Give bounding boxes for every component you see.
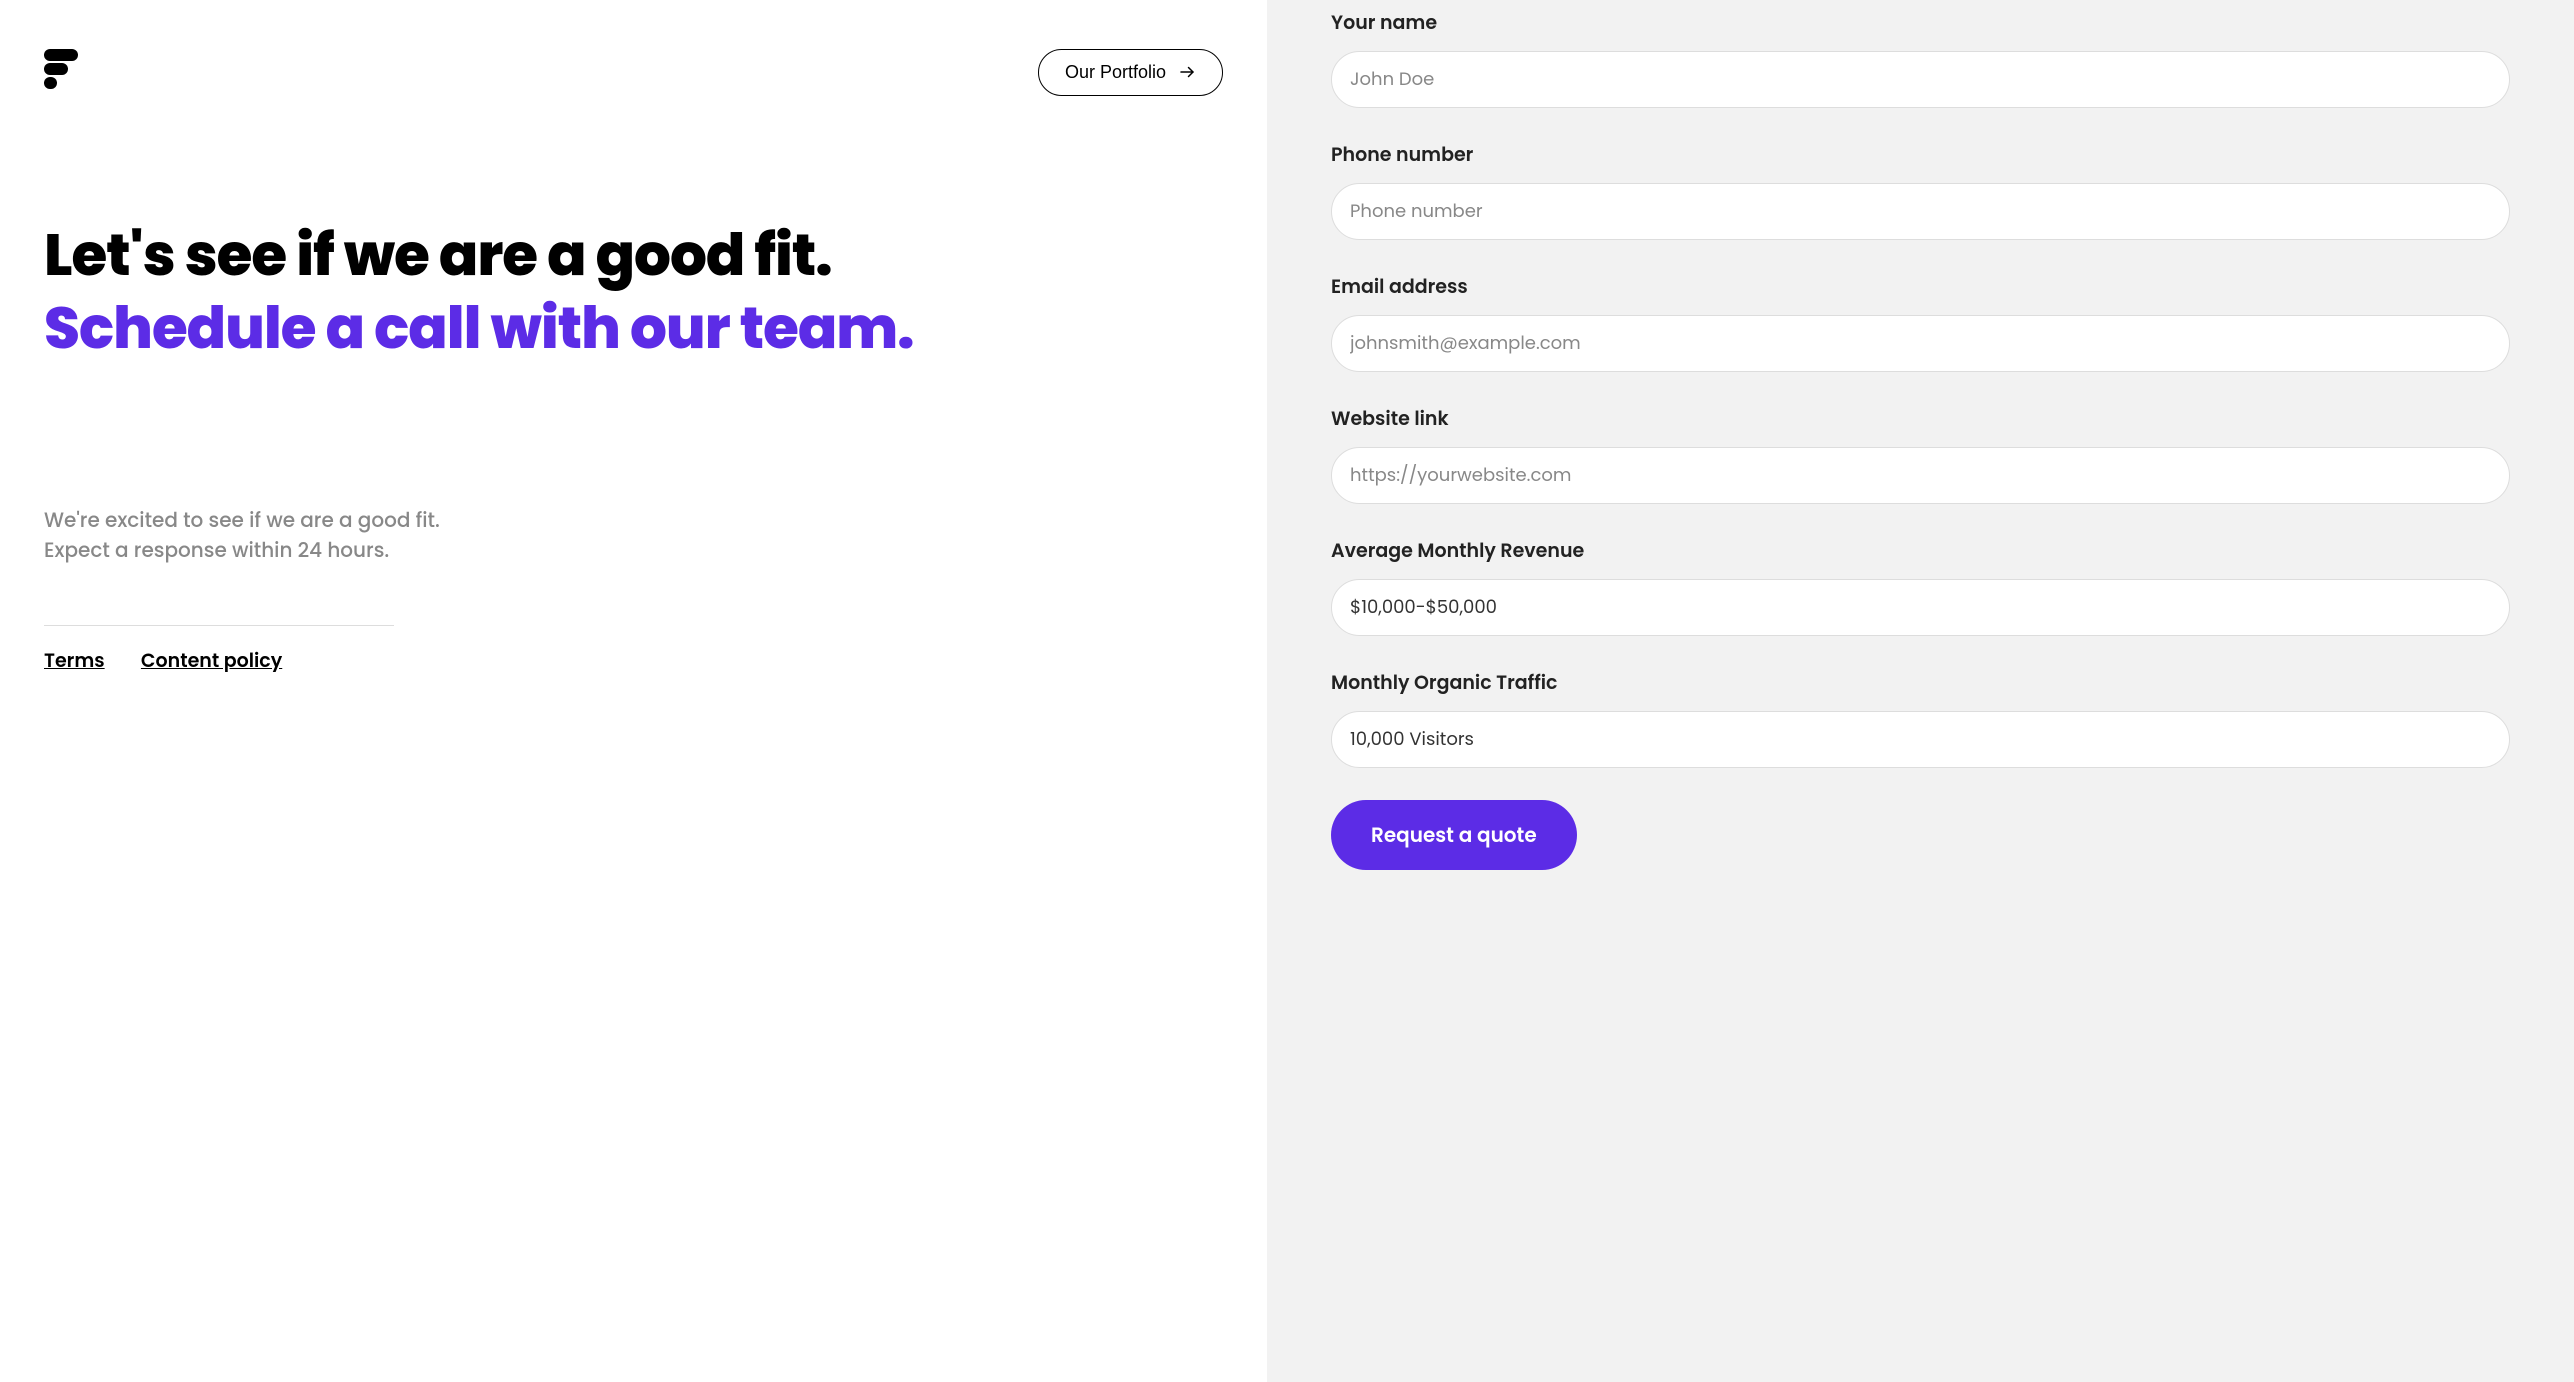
content-policy-link[interactable]: Content policy [141, 647, 282, 674]
hero-subtext: We're excited to see if we are a good fi… [44, 505, 464, 565]
revenue-field-group: Average Monthly Revenue $10,000-$50,000 [1331, 536, 2510, 636]
revenue-select[interactable]: $10,000-$50,000 [1331, 579, 2510, 636]
terms-link[interactable]: Terms [44, 647, 105, 674]
left-panel: Our Portfolio Let's see if we are a good… [0, 0, 1267, 1382]
portfolio-button-label: Our Portfolio [1065, 62, 1166, 83]
hero-line2: Schedule a call with our team. [44, 293, 1223, 366]
name-field-group: Your name [1331, 8, 2510, 108]
website-input[interactable] [1331, 447, 2510, 504]
quote-form: Your name Phone number Email address Web… [1331, 0, 2510, 870]
traffic-label: Monthly Organic Traffic [1331, 668, 2510, 697]
traffic-value: 10,000 Visitors [1350, 726, 1474, 753]
portfolio-button[interactable]: Our Portfolio [1038, 49, 1223, 96]
footer-divider [44, 625, 394, 626]
phone-input[interactable] [1331, 183, 2510, 240]
header: Our Portfolio [44, 44, 1223, 100]
right-panel: Your name Phone number Email address Web… [1267, 0, 2574, 1382]
traffic-select[interactable]: 10,000 Visitors [1331, 711, 2510, 768]
phone-field-group: Phone number [1331, 140, 2510, 240]
email-input[interactable] [1331, 315, 2510, 372]
email-field-group: Email address [1331, 272, 2510, 372]
hero-line1: Let's see if we are a good fit. [44, 220, 1223, 293]
phone-label: Phone number [1331, 140, 2510, 169]
submit-button[interactable]: Request a quote [1331, 800, 1577, 870]
email-label: Email address [1331, 272, 2510, 301]
name-label: Your name [1331, 8, 2510, 37]
website-label: Website link [1331, 404, 2510, 433]
hero: Let's see if we are a good fit. Schedule… [44, 220, 1223, 365]
arrow-right-icon [1178, 63, 1196, 81]
logo-icon [44, 49, 80, 96]
hero-heading: Let's see if we are a good fit. Schedule… [44, 220, 1223, 365]
footer-links: Terms Content policy [44, 625, 1223, 675]
website-field-group: Website link [1331, 404, 2510, 504]
traffic-field-group: Monthly Organic Traffic 10,000 Visitors [1331, 668, 2510, 768]
revenue-label: Average Monthly Revenue [1331, 536, 2510, 565]
revenue-value: $10,000-$50,000 [1350, 594, 1497, 621]
name-input[interactable] [1331, 51, 2510, 108]
